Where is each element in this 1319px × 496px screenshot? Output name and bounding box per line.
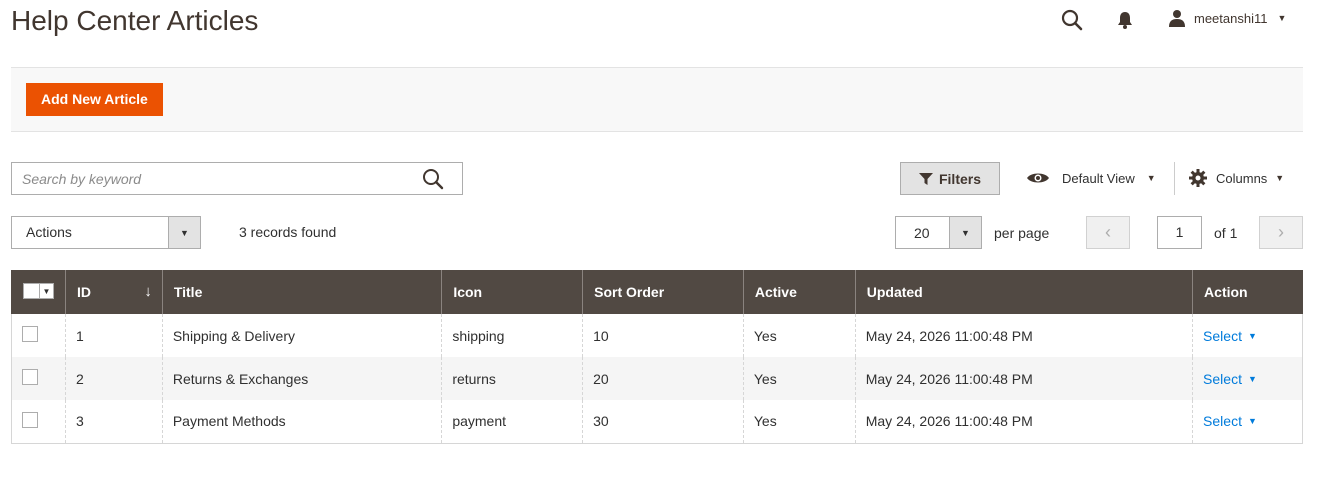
total-pages-label: of 1 (1214, 225, 1238, 241)
cell-title: Returns & Exchanges (161, 357, 442, 400)
table-header-row: ▼ ID ↓ Title Icon Sort Order Active Updat… (11, 270, 1303, 314)
mass-select-checkbox[interactable]: ▼ (23, 283, 54, 299)
cell-action: Select ▼ (1192, 357, 1303, 400)
column-header-id[interactable]: ID ↓ (65, 270, 163, 314)
chevron-left-icon: ‹ (1105, 222, 1111, 242)
column-header-updated[interactable]: Updated (854, 270, 1193, 314)
cell-id: 1 (65, 314, 163, 357)
filters-label: Filters (938, 170, 981, 187)
chevron-down-icon: ▼ (949, 217, 981, 248)
row-checkbox-cell (11, 400, 66, 444)
table-row: 2 Returns & Exchanges returns 20 Yes May… (11, 357, 1303, 400)
cell-icon: returns (441, 357, 583, 400)
previous-page-button[interactable]: ‹ (1086, 216, 1130, 249)
table-row: 3 Payment Methods payment 30 Yes May 24,… (11, 400, 1303, 444)
view-selector[interactable]: Default View ▼ (1026, 167, 1156, 189)
chevron-right-icon: › (1278, 222, 1284, 242)
user-icon (1169, 10, 1185, 27)
cell-sort-order: 10 (582, 314, 744, 357)
column-header-active[interactable]: Active (742, 270, 856, 314)
chevron-down-icon: ▼ (1247, 330, 1257, 341)
cell-id: 2 (65, 357, 163, 400)
user-account-menu[interactable]: meetanshi11 ▼ (1168, 8, 1286, 28)
page-title: Help Center Articles (11, 5, 259, 36)
chevron-down-icon: ▼ (168, 217, 200, 248)
view-label: Default View (1062, 170, 1135, 186)
cell-sort-order: 30 (582, 400, 744, 444)
cell-updated: May 24, 2026 11:00:48 PM (854, 400, 1193, 444)
records-found-count: 3 records found (239, 224, 337, 240)
cell-icon: shipping (441, 314, 583, 357)
mass-actions-dropdown[interactable]: Actions ▼ (11, 216, 201, 249)
page-actions-bar: Add New Article (11, 67, 1303, 132)
cell-active: Yes (742, 400, 856, 444)
chevron-down-icon: ▼ (39, 284, 53, 298)
chevron-down-icon: ▼ (1247, 416, 1257, 427)
table-row: 1 Shipping & Delivery shipping 10 Yes Ma… (11, 314, 1303, 357)
column-header-action: Action (1192, 270, 1303, 314)
filter-funnel-icon (918, 172, 933, 185)
add-new-article-button[interactable]: Add New Article (26, 83, 163, 116)
next-page-button[interactable]: › (1259, 216, 1303, 249)
row-checkbox[interactable] (22, 369, 38, 385)
cell-active: Yes (742, 357, 856, 400)
row-checkbox-cell (11, 314, 66, 357)
global-search-icon[interactable] (1060, 8, 1084, 32)
notifications-bell-icon[interactable] (1115, 10, 1135, 30)
per-page-label: per page (994, 225, 1050, 241)
cell-sort-order: 20 (582, 357, 744, 400)
cell-title: Shipping & Delivery (161, 314, 442, 357)
cell-title: Payment Methods (161, 400, 442, 444)
cell-id: 3 (65, 400, 163, 444)
row-action-select[interactable]: Select ▼ (1203, 413, 1257, 429)
actions-label: Actions (26, 224, 72, 240)
chevron-down-icon: ▼ (1277, 13, 1287, 23)
columns-label: Columns (1216, 170, 1268, 186)
search-input[interactable] (12, 163, 392, 194)
row-checkbox[interactable] (22, 326, 38, 342)
column-header-title[interactable]: Title (161, 270, 442, 314)
eye-icon (1027, 173, 1049, 183)
username-label: meetanshi11 (1194, 10, 1268, 26)
row-action-select[interactable]: Select ▼ (1203, 328, 1257, 344)
row-checkbox-cell (11, 357, 66, 400)
keyword-search (11, 162, 463, 195)
search-icon[interactable] (422, 168, 444, 190)
gear-icon (1189, 169, 1207, 187)
filters-button[interactable]: Filters (900, 162, 1000, 195)
chevron-down-icon: ▼ (1275, 173, 1285, 183)
chevron-down-icon: ▼ (1247, 373, 1257, 384)
cell-updated: May 24, 2026 11:00:48 PM (854, 314, 1193, 357)
cell-action: Select ▼ (1192, 314, 1303, 357)
cell-icon: payment (441, 400, 583, 444)
row-action-select[interactable]: Select ▼ (1203, 371, 1257, 387)
column-header-sort-order[interactable]: Sort Order (582, 270, 744, 314)
cell-updated: May 24, 2026 11:00:48 PM (854, 357, 1193, 400)
column-header-icon[interactable]: Icon (441, 270, 583, 314)
page-number-input[interactable]: 1 (1157, 216, 1202, 249)
cell-active: Yes (742, 314, 856, 357)
mass-select-header: ▼ (11, 270, 66, 314)
chevron-down-icon: ▼ (1146, 173, 1156, 183)
per-page-value: 20 (914, 225, 930, 241)
cell-action: Select ▼ (1192, 400, 1303, 444)
articles-grid: ▼ ID ↓ Title Icon Sort Order Active Updat… (11, 270, 1303, 444)
sort-arrow-down-icon: ↓ (144, 283, 152, 300)
row-checkbox[interactable] (22, 411, 38, 428)
columns-selector[interactable]: Columns ▼ (1188, 167, 1284, 189)
per-page-dropdown[interactable]: 20 ▼ (895, 216, 982, 249)
divider (1174, 162, 1175, 195)
